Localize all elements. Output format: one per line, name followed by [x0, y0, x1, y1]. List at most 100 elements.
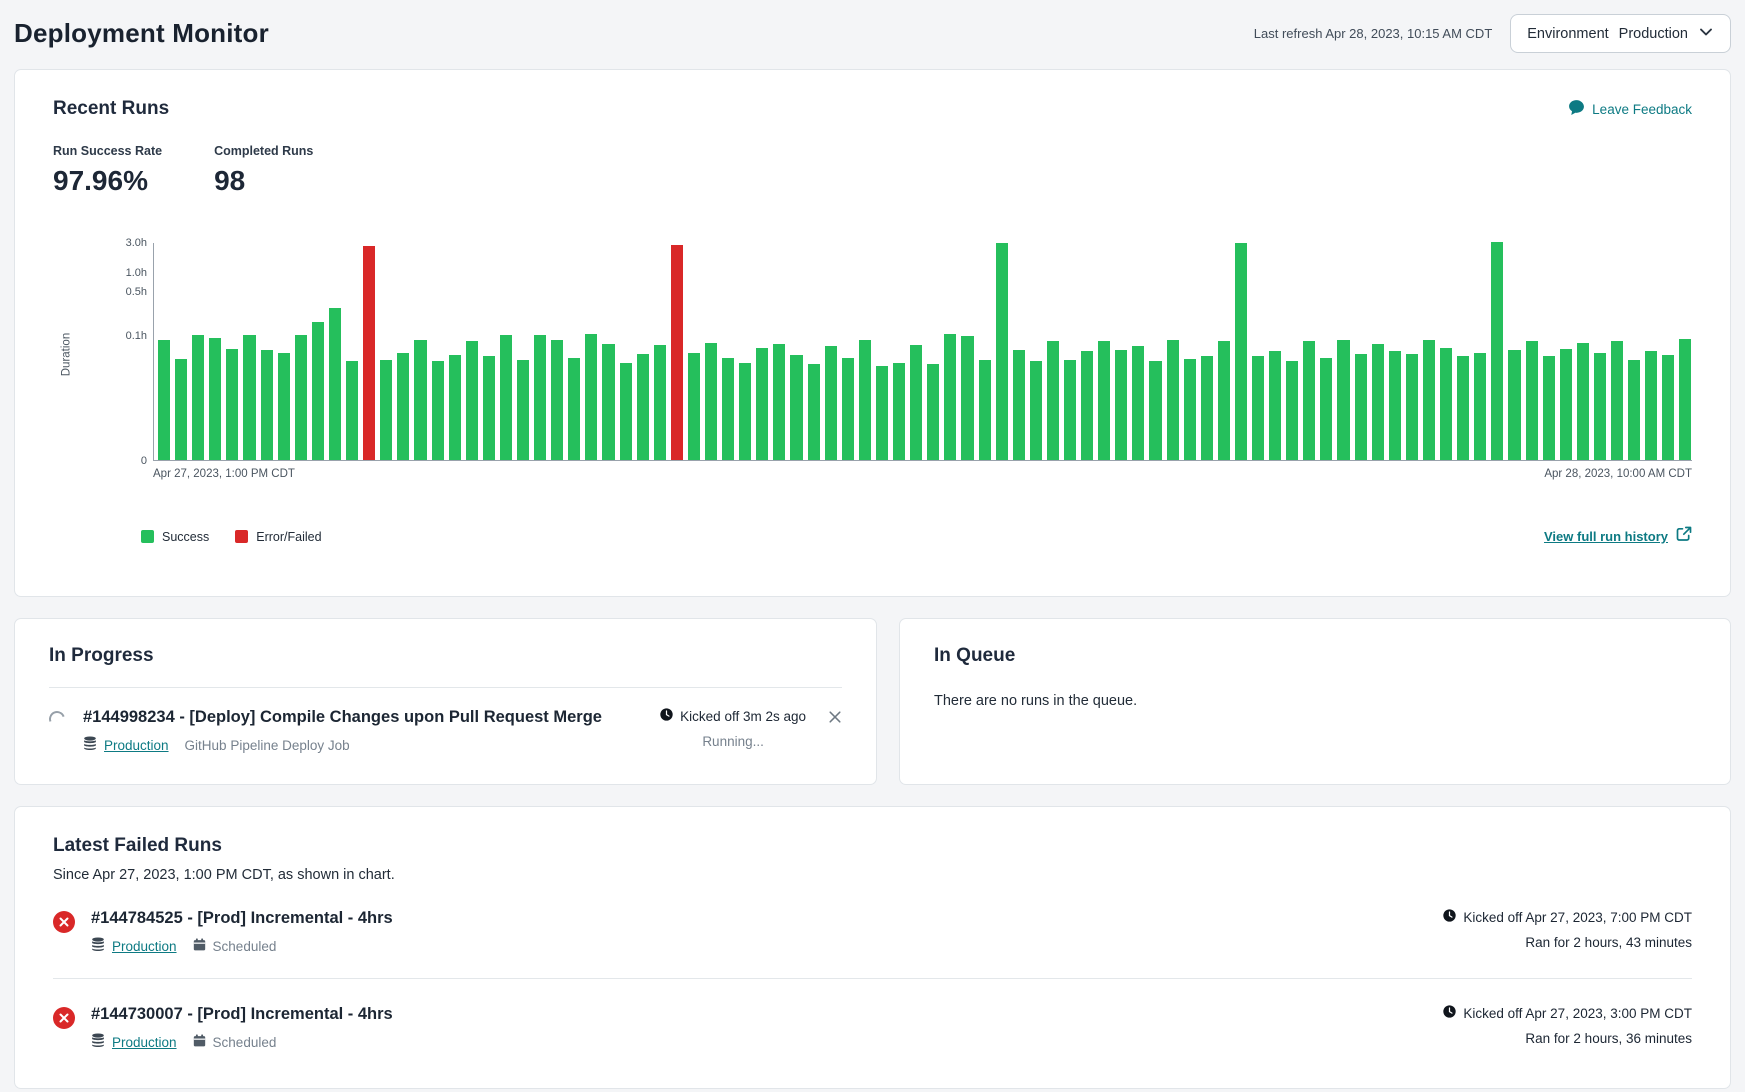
chart-bar-success [722, 358, 734, 461]
chart-bar-success [739, 363, 751, 461]
speech-bubble-icon [1568, 99, 1585, 119]
view-full-run-history-label: View full run history [1544, 529, 1668, 544]
queue-empty-message: There are no runs in the queue. [934, 693, 1696, 709]
chart-bar-success [1149, 361, 1161, 460]
chart-bar-success [1491, 242, 1503, 460]
chart-bar-success [1252, 356, 1264, 460]
chart-bar-success [1457, 356, 1469, 460]
chart-bar-success [432, 361, 444, 460]
chart-bar-success [329, 308, 341, 460]
chart-bar-success [1167, 340, 1179, 460]
environment-dropdown[interactable]: Environment Production [1510, 14, 1731, 53]
job-type-text: GitHub Pipeline Deploy Job [185, 738, 350, 753]
in-progress-title: In Progress [49, 645, 842, 667]
chart-bar-success [158, 340, 170, 460]
failed-status-icon [53, 911, 75, 933]
chart-bar-success [1047, 341, 1059, 460]
chart-bar-success [534, 335, 546, 460]
chart-bar-success [910, 345, 922, 460]
chart-bar-success [1611, 341, 1623, 460]
clock-icon [1443, 909, 1456, 925]
chart-bar-success [1560, 349, 1572, 460]
y-tick-label: 0.5h [126, 286, 147, 298]
chart-bar-success [1081, 351, 1093, 460]
chart-x-axis: Apr 27, 2023, 1:00 PM CDT Apr 28, 2023, … [153, 468, 1692, 480]
chart-bar-success [1115, 350, 1127, 460]
chart-bar-success [1064, 360, 1076, 460]
chart-bar-success [961, 336, 973, 460]
run-title: #144784525 - [Prod] Incremental - 4hrs [91, 909, 1443, 928]
recent-runs-card: Recent Runs Leave Feedback Run Success R… [14, 69, 1731, 597]
chart-plot-area [153, 243, 1692, 461]
chart-bar-success [1474, 353, 1486, 461]
chart-legend: Success Error/Failed [141, 530, 322, 544]
run-title: #144730007 - [Prod] Incremental - 4hrs [91, 1005, 1443, 1024]
chart-bar-success [1372, 344, 1384, 460]
chart-bar-success [243, 335, 255, 460]
spinner-icon [46, 708, 67, 729]
in-queue-title: In Queue [934, 645, 1696, 667]
calendar-icon [193, 938, 206, 956]
y-axis-title: Duration [61, 333, 73, 376]
chart-bar-success [825, 346, 837, 460]
stat-label: Run Success Rate [53, 144, 162, 158]
row-divider [53, 978, 1692, 979]
kicked-off-text: Kicked off 3m 2s ago [680, 709, 806, 724]
chart-bars [154, 243, 1692, 460]
chart-bar-success [1440, 348, 1452, 461]
chart-bar-success [295, 335, 307, 461]
ran-for-text: Ran for 2 hours, 36 minutes [1443, 1031, 1692, 1046]
run-title: #144998234 - [Deploy] Compile Changes up… [83, 708, 660, 727]
chart-bar-success [1543, 356, 1555, 460]
y-tick-label: 0.1h [126, 330, 147, 342]
view-full-run-history-link[interactable]: View full run history [1544, 526, 1692, 547]
database-icon [83, 736, 97, 755]
stat-completed-runs: Completed Runs 98 [214, 144, 313, 197]
chart-bar-success [500, 335, 512, 460]
chart-bar-success [449, 355, 461, 460]
chart-bar-success [1628, 360, 1640, 460]
last-refresh-text: Last refresh Apr 28, 2023, 10:15 AM CDT [1254, 26, 1492, 41]
chart-bar-success [842, 358, 854, 461]
chart-bar-success [192, 335, 204, 460]
chart-bar-success [979, 360, 991, 460]
environment-link[interactable]: Production [112, 939, 177, 954]
chart-bar-success [808, 364, 820, 460]
chart-bar-failed [363, 246, 375, 460]
chart-bar-success [756, 348, 768, 461]
chart-bar-success [654, 345, 666, 460]
in-progress-card: In Progress #144998234 - [Deploy] Compil… [14, 618, 877, 785]
legend-label: Error/Failed [256, 530, 321, 544]
chart-bar-success [1508, 350, 1520, 460]
chart-bar-success [1286, 361, 1298, 460]
success-swatch [141, 530, 154, 543]
chart-bar-success [175, 359, 187, 460]
failed-run-row: #144730007 - [Prod] Incremental - 4hrs P… [53, 1005, 1692, 1052]
chart-bar-success [1526, 341, 1538, 460]
legend-item-error-failed: Error/Failed [235, 530, 321, 544]
chart-bar-success [380, 360, 392, 460]
trigger-text: Scheduled [213, 1035, 277, 1050]
in-queue-card: In Queue There are no runs in the queue. [899, 618, 1731, 785]
chart-bar-success [466, 341, 478, 460]
chart-bar-success [1269, 351, 1281, 460]
chart-bar-failed [671, 245, 683, 460]
chart-bar-success [602, 344, 614, 460]
chart-bar-success [688, 353, 700, 461]
chart-bar-success [346, 361, 358, 460]
failed-status-icon [53, 1007, 75, 1029]
chart-bar-success [620, 363, 632, 461]
chart-bar-success [1645, 351, 1657, 460]
leave-feedback-link[interactable]: Leave Feedback [1568, 99, 1692, 119]
environment-link[interactable]: Production [112, 1035, 177, 1050]
chart-bar-success [790, 355, 802, 460]
close-icon[interactable] [828, 710, 842, 729]
chart-bar-success [278, 353, 290, 461]
top-header: Deployment Monitor Last refresh Apr 28, … [14, 0, 1731, 69]
chart-bar-success [944, 334, 956, 460]
chart-bar-success [859, 340, 871, 460]
duration-bar-chart: Duration 3.0h1.0h0.5h0.1h0 [53, 243, 1692, 461]
environment-link[interactable]: Production [104, 738, 169, 753]
legend-label: Success [162, 530, 209, 544]
chart-bar-success [397, 353, 409, 461]
